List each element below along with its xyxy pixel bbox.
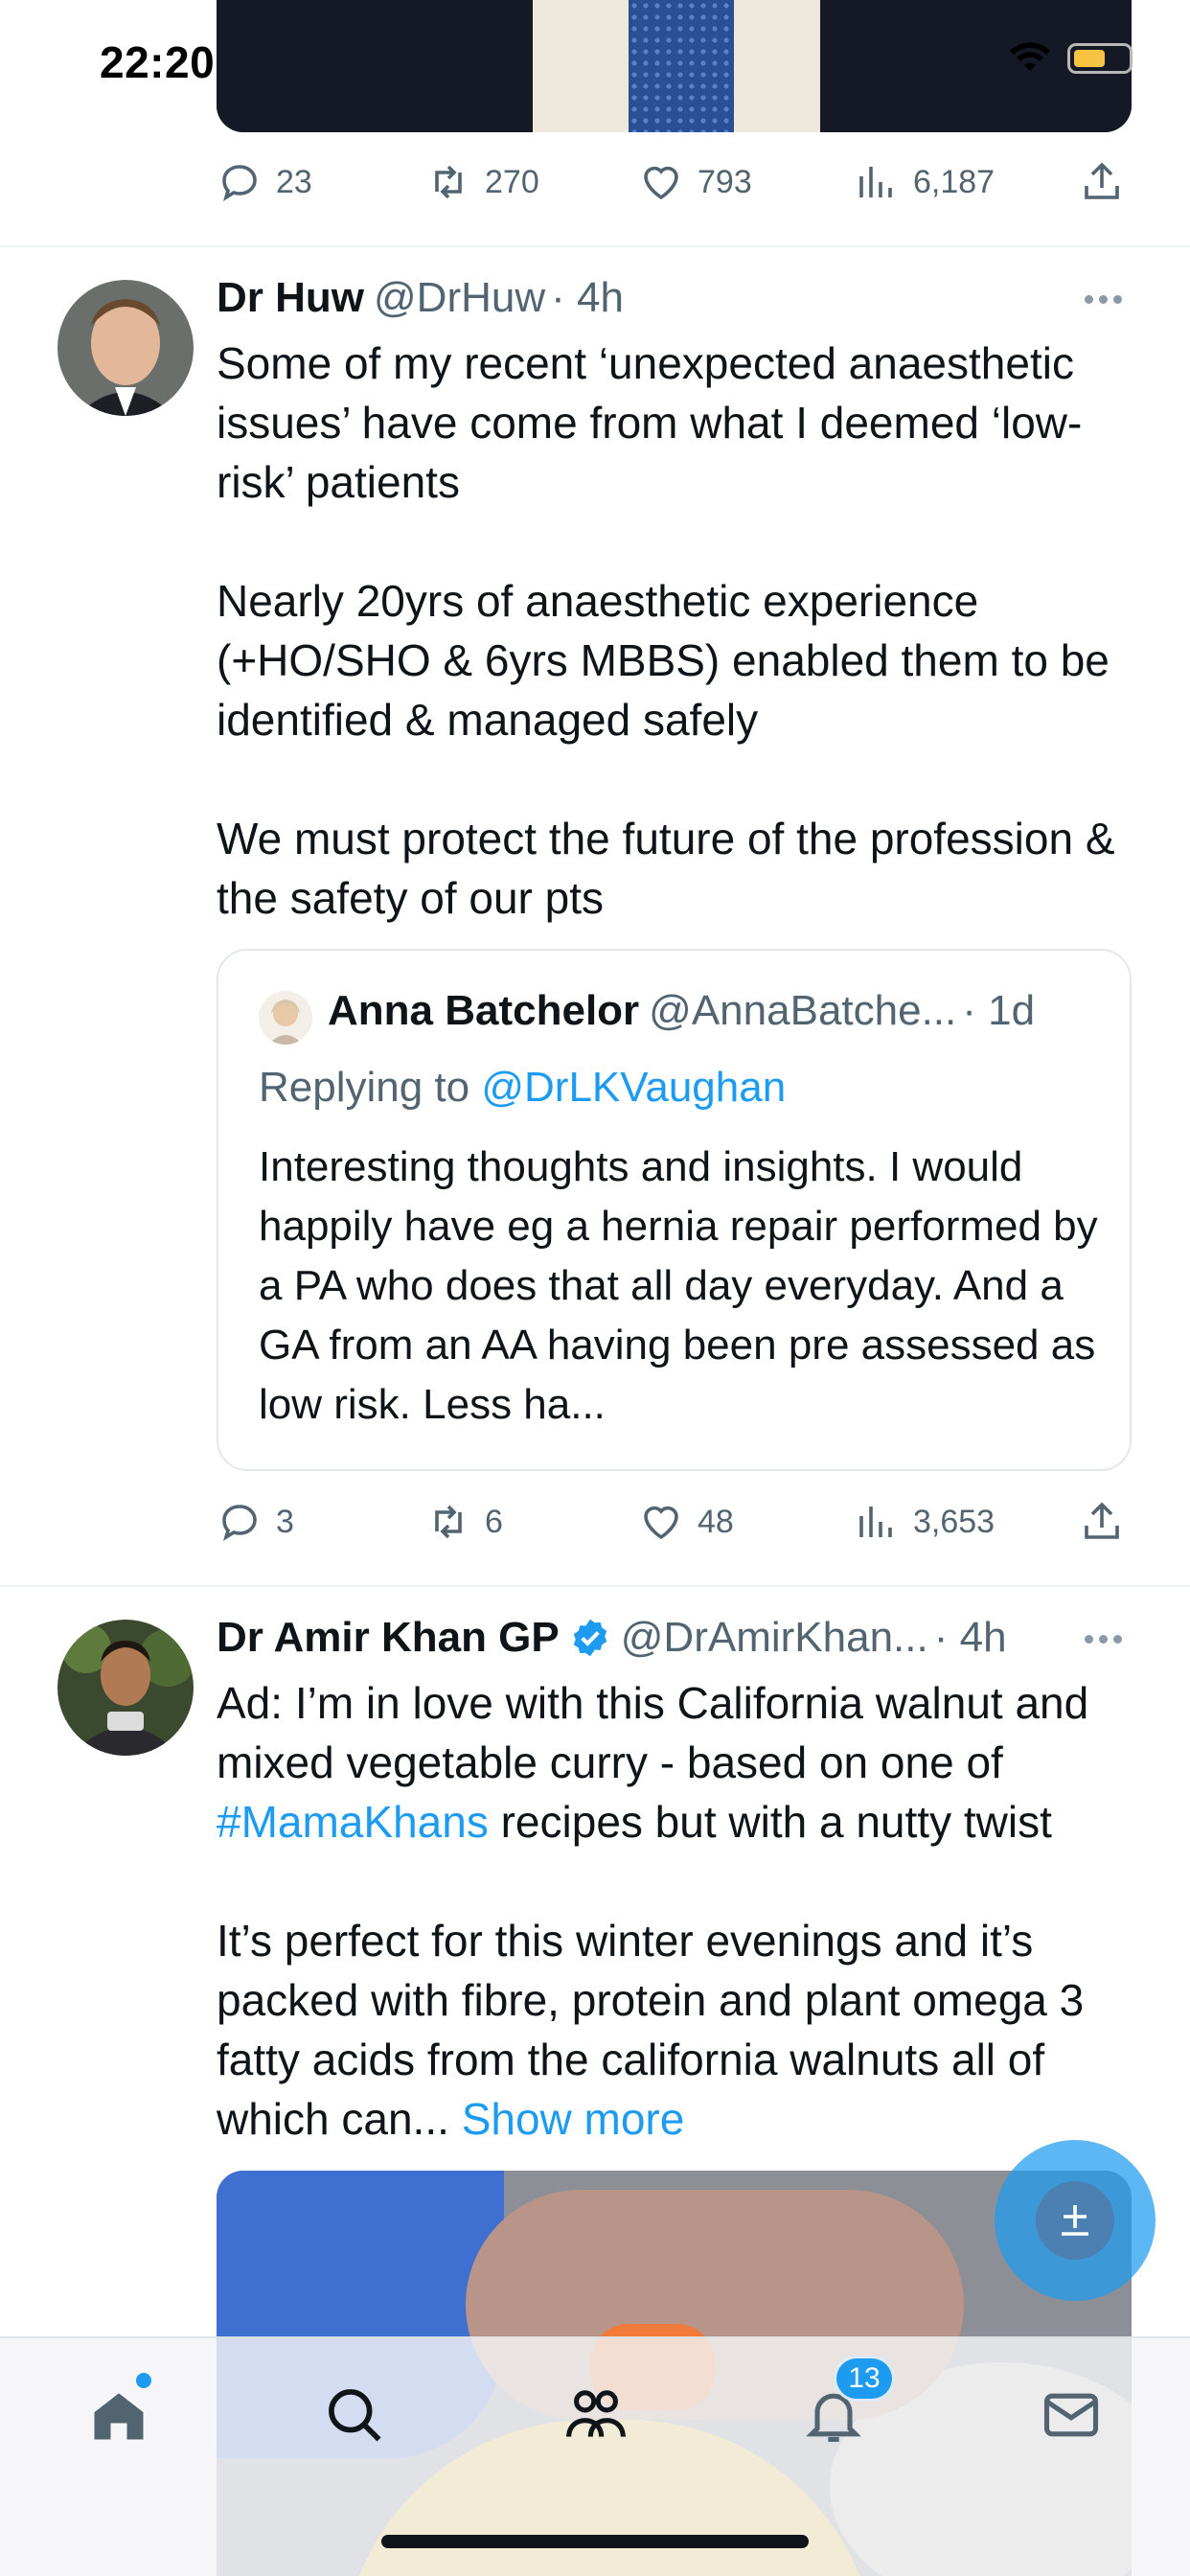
tab-search[interactable] xyxy=(316,2377,393,2453)
tweet-time: · 4h xyxy=(551,274,624,321)
author-handle[interactable]: @DrAmirKhan... xyxy=(621,1614,928,1662)
reply-button[interactable]: 3 xyxy=(217,1499,294,1545)
avatar-annabatchelor xyxy=(259,991,312,1045)
share-icon xyxy=(1085,1502,1119,1539)
like-button[interactable]: 48 xyxy=(638,1499,734,1545)
tab-communities[interactable] xyxy=(558,2377,634,2453)
views-count: 3,653 xyxy=(913,1503,995,1540)
avatar-drhuw[interactable] xyxy=(57,280,194,416)
share-button[interactable] xyxy=(1079,1499,1125,1545)
views-icon xyxy=(859,1506,892,1537)
views-button[interactable]: 6,187 xyxy=(854,159,995,205)
share-button[interactable] xyxy=(1079,159,1125,205)
home-icon xyxy=(94,2393,144,2440)
views-button[interactable]: 3,653 xyxy=(854,1499,995,1545)
compose-button[interactable] xyxy=(995,2140,1156,2301)
tweet-divider xyxy=(0,245,1190,247)
tweet-text: Ad: I’m in love with this California wal… xyxy=(217,1673,1136,2149)
tweet-divider xyxy=(0,1585,1190,1587)
verified-badge-icon xyxy=(573,1619,606,1657)
heart-icon xyxy=(644,166,678,200)
home-indicator xyxy=(381,2535,809,2548)
tweet-text: Some of my recent ‘unexpected anaestheti… xyxy=(217,338,1115,923)
tweet-text-part1: Ad: I’m in love with this California wal… xyxy=(217,1678,1089,1787)
quoted-tweet[interactable]: Anna Batchelor @AnnaBatche... · 1d Reply… xyxy=(217,949,1132,1471)
tweet3-header: Dr Amir Khan GP @DrAmirKhan... · 4h xyxy=(217,1614,1007,1662)
tweet-time: · 4h xyxy=(933,1614,1007,1661)
notification-count-badge: 13 xyxy=(834,2356,895,2402)
tweet-text-part2: recipes but with a nutty twist It’s perf… xyxy=(217,1797,1085,2144)
status-time: 22:20 xyxy=(100,37,216,87)
replying-to-label: Replying to xyxy=(259,1064,482,1111)
tab-messages[interactable] xyxy=(1033,2377,1110,2453)
like-count: 793 xyxy=(698,163,752,200)
like-count: 48 xyxy=(698,1503,734,1540)
quote-text: Interesting thoughts and insights. I wou… xyxy=(259,1143,1098,1428)
replying-to: Replying to @DrLKVaughan xyxy=(259,1064,786,1112)
replying-to-handle[interactable]: @DrLKVaughan xyxy=(481,1064,786,1111)
tab-home[interactable] xyxy=(80,2373,157,2453)
previous-tweet-media[interactable] xyxy=(217,0,1132,132)
compose-icon xyxy=(1062,2205,1088,2236)
show-more-link[interactable]: Show more xyxy=(462,2094,685,2144)
reply-count: 23 xyxy=(276,163,312,200)
tweet1-actions: 23 270 793 6,187 xyxy=(217,153,1132,211)
communities-icon xyxy=(566,2390,626,2437)
retweet-button[interactable]: 270 xyxy=(425,159,539,205)
retweet-count: 6 xyxy=(485,1503,503,1540)
quote-header: Anna Batchelor @AnnaBatche... · 1d xyxy=(328,987,1035,1035)
retweet-button[interactable]: 6 xyxy=(425,1499,503,1545)
home-new-dot xyxy=(136,2373,151,2388)
author-handle[interactable]: @DrHuw xyxy=(374,274,545,322)
heart-icon xyxy=(644,1506,678,1540)
tweet2-actions: 3 6 48 3,653 xyxy=(217,1493,1132,1551)
reply-icon xyxy=(222,165,257,202)
more-options-icon[interactable] xyxy=(1085,289,1131,309)
messages-icon xyxy=(1043,2393,1099,2437)
tweet2-header: Dr Huw @DrHuw · 4h xyxy=(217,274,624,322)
retweet-icon xyxy=(435,1505,462,1539)
author-name[interactable]: Dr Amir Khan GP xyxy=(217,1614,560,1662)
quote-author-name: Anna Batchelor xyxy=(328,987,640,1034)
share-icon xyxy=(1085,162,1119,199)
retweet-icon xyxy=(435,165,462,199)
quote-author-handle: @AnnaBatche... xyxy=(649,987,957,1034)
author-name[interactable]: Dr Huw xyxy=(217,274,364,322)
hashtag-link[interactable]: #MamaKhans xyxy=(217,1797,489,1847)
reply-button[interactable]: 23 xyxy=(217,159,312,205)
like-button[interactable]: 793 xyxy=(638,159,752,205)
reply-icon xyxy=(222,1505,257,1542)
views-count: 6,187 xyxy=(913,163,995,200)
more-options-icon[interactable] xyxy=(1085,1629,1131,1648)
quote-time: · 1d xyxy=(962,987,1036,1034)
views-icon xyxy=(859,167,892,197)
reply-count: 3 xyxy=(276,1503,294,1540)
avatar-dramirkhan[interactable] xyxy=(57,1620,194,1756)
search-icon xyxy=(329,2389,381,2442)
retweet-count: 270 xyxy=(485,163,539,200)
